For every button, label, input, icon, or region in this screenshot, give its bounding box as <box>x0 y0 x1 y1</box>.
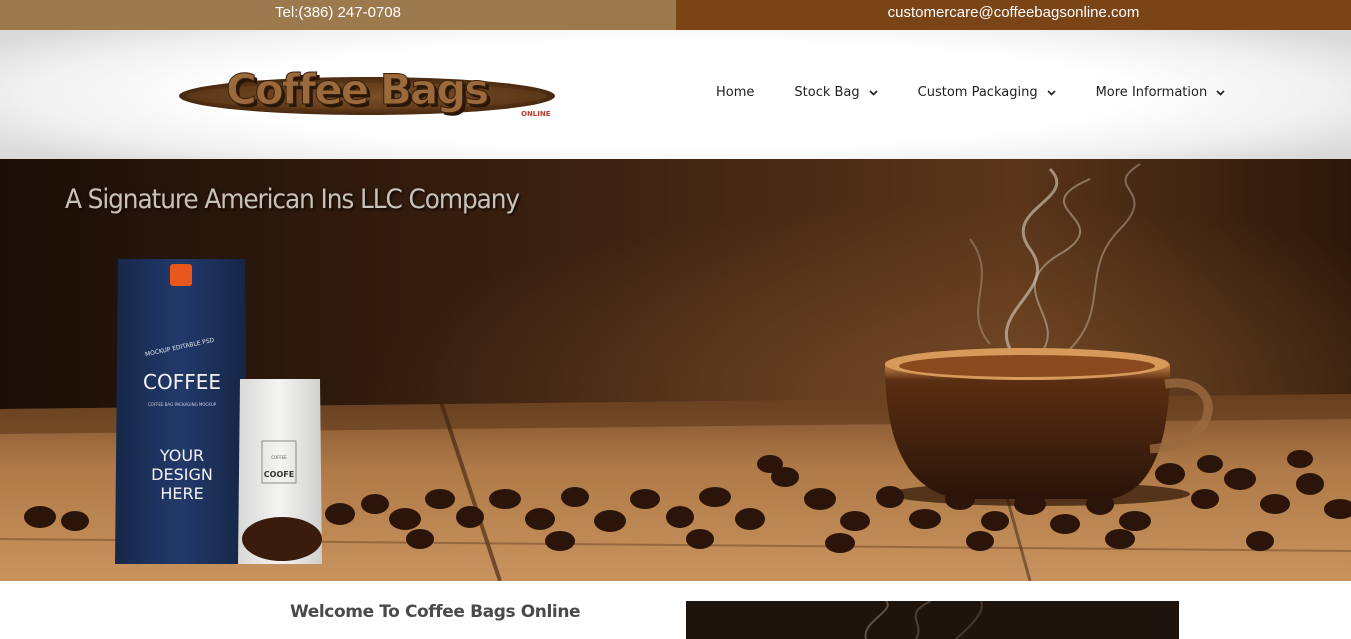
svg-text:YOUR: YOUR <box>159 446 204 465</box>
coffee-image <box>686 601 1179 639</box>
white-coffee-bag: COFFEE COOFE <box>238 379 322 564</box>
chevron-down-icon <box>1216 89 1225 96</box>
welcome-heading: Welcome To Coffee Bags Online <box>290 602 581 622</box>
svg-text:COFFEE: COFFEE <box>143 370 221 394</box>
site-header: Coffee Bags Coffee Bags ONLINE Home Stoc… <box>0 30 1351 159</box>
svg-text:DESIGN: DESIGN <box>151 465 213 484</box>
nav-more-information-label: More Information <box>1095 85 1208 100</box>
svg-text:COFFEE: COFFEE <box>271 455 287 460</box>
phone-number[interactable]: Tel:(386) 247-0708 <box>0 0 676 30</box>
logo-sub-text: ONLINE <box>521 110 551 118</box>
blue-coffee-bag: MOCKUP EDITABLE PSD COFFEE COFFEE BAG PA… <box>115 259 248 564</box>
content-section: Welcome To Coffee Bags Online <box>0 581 1351 639</box>
email-link[interactable]: customercare@coffeebagsonline.com <box>676 0 1351 30</box>
svg-text:HERE: HERE <box>160 484 203 503</box>
nav-home-label: Home <box>716 85 755 100</box>
nav-stock-bag[interactable]: Stock Bag <box>794 85 878 100</box>
nav-stock-bag-label: Stock Bag <box>794 85 860 100</box>
nav-home[interactable]: Home <box>716 85 754 100</box>
logo-text: Coffee Bags <box>226 66 488 114</box>
nav-custom-packaging-label: Custom Packaging <box>917 85 1038 100</box>
top-contact-bar: Tel:(386) 247-0708 customercare@coffeeba… <box>0 0 1351 30</box>
chevron-down-icon <box>1047 89 1056 96</box>
chevron-down-icon <box>869 89 878 96</box>
coffee-bags-logo[interactable]: Coffee Bags Coffee Bags ONLINE <box>176 66 560 122</box>
hero-image: MOCKUP EDITABLE PSD COFFEE COFFEE BAG PA… <box>0 159 1351 581</box>
main-nav: Home Stock Bag Custom Packaging More Inf… <box>716 85 1225 100</box>
svg-text:COOFE: COOFE <box>264 470 294 479</box>
svg-text:COFFEE BAG PACKAGING MOCKUP: COFFEE BAG PACKAGING MOCKUP <box>148 402 217 407</box>
nav-more-information[interactable]: More Information <box>1096 85 1226 100</box>
nav-custom-packaging[interactable]: Custom Packaging <box>918 85 1056 100</box>
hero-tagline: A Signature American Ins LLC Company <box>65 184 520 215</box>
hero-banner: MOCKUP EDITABLE PSD COFFEE COFFEE BAG PA… <box>0 159 1351 581</box>
